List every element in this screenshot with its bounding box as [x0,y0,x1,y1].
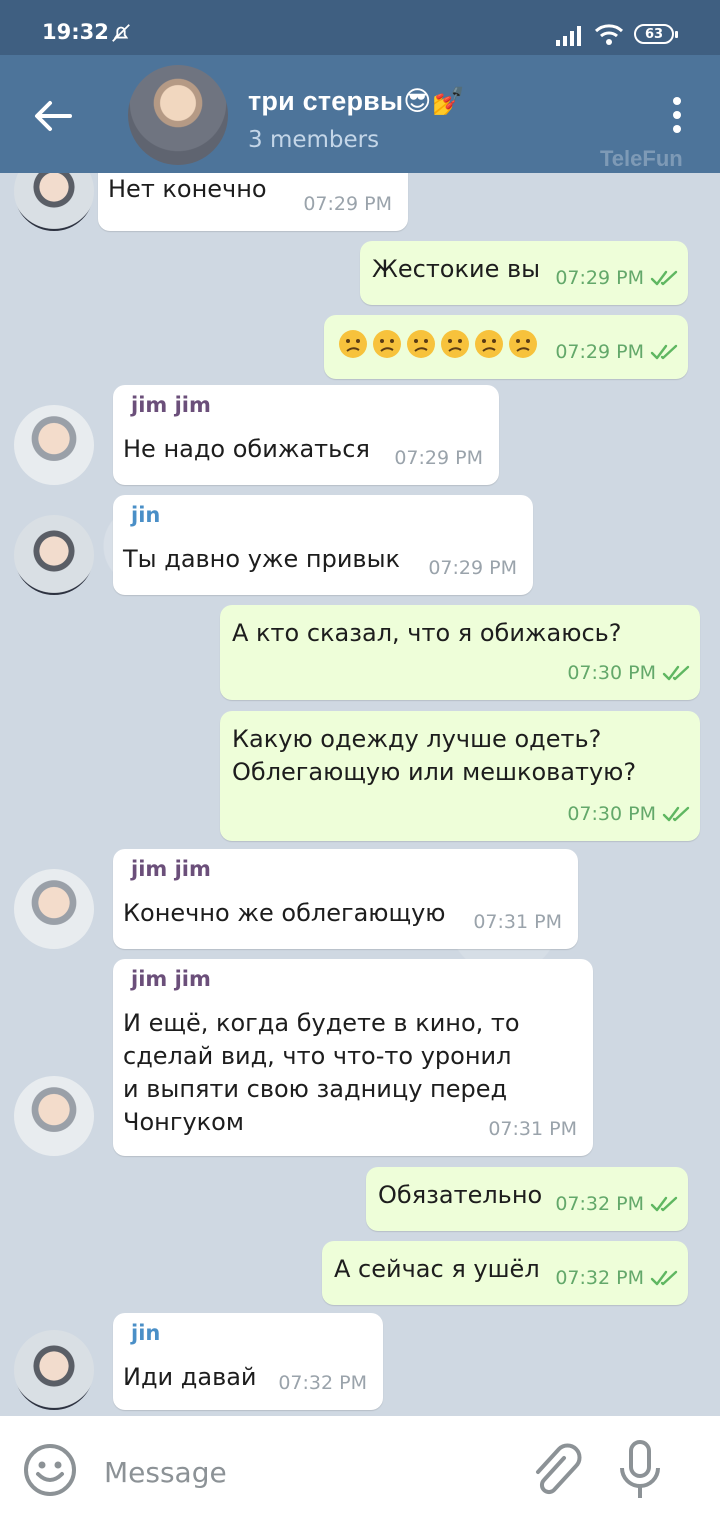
confused-face-icon [339,330,367,358]
outgoing-message[interactable]: 😕😕😕😕😕😕07:29 PM [324,315,688,379]
incoming-message[interactable]: Нет конечно 07:29 PM [98,173,408,231]
sender-avatar[interactable] [14,173,94,231]
confused-face-icon [373,330,401,358]
message-time: 07:32 PM [555,1267,644,1289]
outgoing-message[interactable]: Жестокие вы 07:29 PM [360,241,688,305]
sender-avatar[interactable] [14,1330,94,1410]
message-text: И ещё, когда будете в кино, то сделай ви… [123,1009,520,1136]
sender-avatar[interactable] [14,869,94,949]
status-time: 19:32 [42,20,109,44]
message-input-bar [0,1416,720,1520]
message-time: 07:30 PM [567,803,656,825]
watermark: TeleFun [600,146,683,171]
confused-face-icon [441,330,469,358]
message-sender[interactable]: jim jim [131,393,211,417]
message-time: 07:31 PM [473,911,562,933]
attach-icon[interactable] [526,1440,582,1500]
sender-avatar[interactable] [14,515,94,595]
message-text: Жестокие вы [372,255,541,283]
message-time: 07:32 PM [278,1372,367,1394]
mic-icon[interactable] [612,1438,668,1504]
battery-indicator: 63 [634,24,678,44]
outgoing-message[interactable]: Обязательно 07:32 PM [366,1167,688,1231]
message-time: 07:31 PM [488,1118,577,1140]
emoji-icon[interactable] [22,1442,78,1498]
signal-icon [556,26,581,46]
wifi-icon [594,24,624,45]
message-sender[interactable]: jim jim [131,857,211,881]
sender-avatar[interactable] [14,405,94,485]
double-check-icon [650,270,678,286]
outgoing-message[interactable]: А сейчас я ушёл 07:32 PM [322,1241,688,1305]
message-text: А кто сказал, что я обижаюсь? [232,619,622,647]
message-time: 07:29 PM [394,447,483,469]
incoming-message[interactable]: jim jim И ещё, когда будете в кино, то сд… [113,959,593,1156]
confused-face-icon [407,330,435,358]
incoming-message[interactable]: jim jim Не надо обижаться 07:29 PM [113,385,499,485]
message-time: 07:29 PM [555,341,644,363]
members-count: 3 members [248,127,380,153]
message-text: Ты давно уже привык [123,545,401,573]
confused-face-icon [475,330,503,358]
message-time: 07:29 PM [428,557,517,579]
status-bar: 19:32 63 [0,0,720,55]
back-arrow-icon[interactable] [30,93,76,139]
double-check-icon [662,806,690,822]
message-text: Нет конечно [108,175,267,203]
message-text: Иди давай [123,1363,257,1391]
group-title[interactable]: три стервы😎💅 [248,85,465,117]
message-text: Обязательно [378,1181,543,1209]
incoming-message[interactable]: jim jim Конечно же облегающую 07:31 PM [113,849,578,949]
double-check-icon [650,1196,678,1212]
double-check-icon [650,1270,678,1286]
message-text: Конечно же облегающую [123,899,446,927]
message-text: Какую одежду лучше одеть? Облегающую или… [232,725,637,786]
message-sender[interactable]: jim jim [131,967,211,991]
message-sender[interactable]: jin [131,1321,160,1345]
more-vert-icon[interactable] [660,95,694,135]
message-sender[interactable]: jin [131,503,160,527]
message-time: 07:30 PM [567,662,656,684]
mute-bell-icon [112,24,130,42]
outgoing-message[interactable]: А кто сказал, что я обижаюсь? 07:30 PM [220,605,700,700]
chat-area[interactable]: Нет конечно07:29 PMЖестокие вы07:29 PM😕😕… [0,173,720,1416]
incoming-message[interactable]: jin Иди давай 07:32 PM [113,1313,383,1410]
sender-avatar[interactable] [14,1076,94,1156]
double-check-icon [662,665,690,681]
message-time: 07:29 PM [555,267,644,289]
outgoing-message[interactable]: Какую одежду лучше одеть? Облегающую или… [220,711,700,841]
group-avatar[interactable] [128,65,228,165]
message-text: А сейчас я ушёл [334,1255,540,1283]
message-time: 07:29 PM [303,193,392,215]
double-check-icon [650,344,678,360]
emoji-row [338,329,538,359]
incoming-message[interactable]: jin Ты давно уже привык 07:29 PM [113,495,533,595]
message-text: Не надо обижаться [123,435,370,463]
confused-face-icon [509,330,537,358]
message-time: 07:32 PM [555,1193,644,1215]
message-input[interactable] [104,1452,484,1492]
